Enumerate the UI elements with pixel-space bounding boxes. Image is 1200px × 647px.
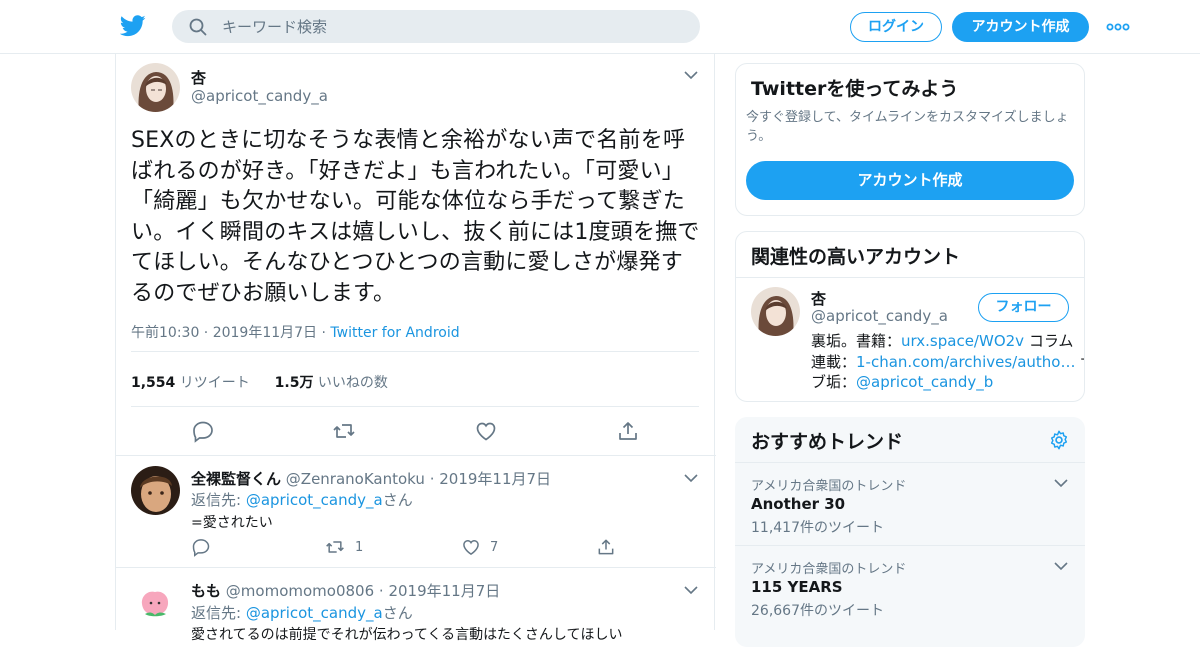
chevron-down-icon[interactable]	[1053, 478, 1069, 488]
trend-location: アメリカ合衆国のトレンド	[751, 562, 907, 577]
tweet-text: SEXのときに切なそうな表情と余裕がない声で名前を呼ばれるのが好き。「好きだよ」…	[131, 128, 700, 306]
related-account-bio: 裏垢。書籍：urx.space/WO2v コラム 連載：1-chan.com/a…	[811, 332, 1084, 391]
related-accounts-card: 関連性の高いアカウント 杏 @apricot_candy_a フォロー 裏垢。書…	[735, 231, 1085, 402]
divider	[736, 277, 1084, 278]
avatar[interactable]	[131, 578, 180, 627]
tweet-timestamp: 午前10:30 · 2019年11月7日 · Twitter for Andro…	[131, 322, 460, 342]
trends-card: おすすめトレンド アメリカ合衆国のトレンド Another 30 11,417件…	[735, 417, 1085, 647]
tweet-author-handle[interactable]: @apricot_candy_a	[191, 87, 328, 105]
related-title: 関連性の高いアカウント	[751, 246, 961, 268]
retweet-icon[interactable]	[325, 537, 345, 557]
reply-like-count: 7	[490, 540, 499, 555]
login-button[interactable]: ログイン	[850, 12, 942, 42]
more-dots-icon[interactable]	[1106, 20, 1130, 34]
bio-mention-link[interactable]: @apricot_candy_b	[856, 373, 993, 391]
share-icon[interactable]	[596, 537, 616, 557]
heart-icon[interactable]	[474, 419, 498, 443]
tweet-time[interactable]: 午前10:30 · 2019年11月7日 ·	[131, 325, 330, 341]
avatar[interactable]	[751, 287, 800, 336]
related-account-handle[interactable]: @apricot_candy_a	[811, 307, 948, 325]
search-icon	[189, 18, 207, 36]
reply-tweet[interactable]: 全裸監督くん @ZenranoKantoku · 2019年11月7日 返信先:…	[116, 455, 716, 567]
chevron-down-icon[interactable]	[1053, 561, 1069, 571]
reply-text: 愛されてるのは前提でそれが伝わってくる言動はたくさんしてほしい	[191, 627, 623, 643]
mention-link[interactable]: @apricot_candy_a	[246, 604, 383, 622]
reply-icon[interactable]	[191, 537, 211, 557]
reply-author[interactable]: 全裸監督くん @ZenranoKantoku · 2019年11月7日	[191, 468, 551, 489]
tweet-column: 杏 @apricot_candy_a SEXのときに切なそうな表情と余裕がない声…	[115, 54, 716, 643]
retweet-count[interactable]: 1,554 リツイート	[131, 375, 250, 391]
divider	[131, 406, 699, 407]
retweet-icon[interactable]	[332, 419, 356, 443]
reply-author[interactable]: もも @momomomo0806 · 2019年11月7日	[191, 580, 500, 601]
promo-title: Twitterを使ってみよう	[751, 78, 959, 100]
follow-button[interactable]: フォロー	[978, 293, 1069, 322]
reply-to: 返信先: @apricot_candy_aさん	[191, 604, 413, 622]
share-icon[interactable]	[616, 419, 640, 443]
chevron-down-icon[interactable]	[683, 585, 699, 595]
divider	[131, 351, 699, 352]
search-input[interactable]	[222, 10, 682, 43]
user-portrait-icon	[131, 63, 180, 112]
peach-avatar-icon	[131, 578, 180, 627]
heart-icon[interactable]	[461, 537, 481, 557]
trend-item[interactable]: アメリカ合衆国のトレンド 115 YEARS 26,667件のツイート	[735, 545, 1085, 628]
promo-signup-button[interactable]: アカウント作成	[746, 161, 1074, 200]
signup-promo-card: Twitterを使ってみよう 今すぐ登録して、タイムラインをカスタマイズしましょ…	[735, 63, 1085, 216]
trend-name[interactable]: 115 YEARS	[751, 578, 843, 596]
tweet-author-name[interactable]: 杏	[191, 67, 206, 88]
trends-title: おすすめトレンド	[751, 431, 904, 453]
user-portrait-icon	[751, 287, 800, 336]
trend-location: アメリカ合衆国のトレンド	[751, 479, 907, 494]
user-portrait-icon	[131, 466, 180, 515]
trend-name[interactable]: Another 30	[751, 495, 845, 513]
tweet-stats: 1,554 リツイート 1.5万 いいねの数	[131, 372, 388, 392]
reply-retweet-count: 1	[355, 540, 364, 555]
reply-tweet[interactable]: もも @momomomo0806 · 2019年11月7日 返信先: @apri…	[116, 567, 716, 643]
reply-icon[interactable]	[191, 419, 215, 443]
reply-to: 返信先: @apricot_candy_aさん	[191, 491, 413, 509]
like-count[interactable]: 1.5万 いいねの数	[275, 375, 388, 391]
avatar[interactable]	[131, 466, 180, 515]
reply-text: =愛されたい	[191, 515, 273, 531]
top-bar: ログイン アカウント作成	[0, 0, 1200, 54]
promo-text: 今すぐ登録して、タイムラインをカスタマイズしましょう。	[746, 110, 1069, 144]
gear-icon[interactable]	[1048, 429, 1070, 451]
avatar[interactable]	[131, 63, 180, 112]
twitter-logo-icon[interactable]	[120, 14, 146, 38]
tweet-source-link[interactable]: Twitter for Android	[330, 325, 459, 341]
signup-button[interactable]: アカウント作成	[952, 12, 1089, 42]
related-account-name[interactable]: 杏	[811, 288, 826, 309]
trend-tweet-count: 26,667件のツイート	[751, 603, 884, 619]
bio-link[interactable]: 1-chan.com/archives/autho…	[856, 353, 1075, 371]
trend-tweet-count: 11,417件のツイート	[751, 520, 884, 536]
trend-item[interactable]: アメリカ合衆国のトレンド Another 30 11,417件のツイート	[735, 462, 1085, 545]
bio-link[interactable]: urx.space/WO2v	[901, 332, 1024, 350]
mention-link[interactable]: @apricot_candy_a	[246, 491, 383, 509]
chevron-down-icon[interactable]	[683, 473, 699, 483]
search-box	[172, 10, 700, 43]
chevron-down-icon[interactable]	[683, 70, 699, 80]
